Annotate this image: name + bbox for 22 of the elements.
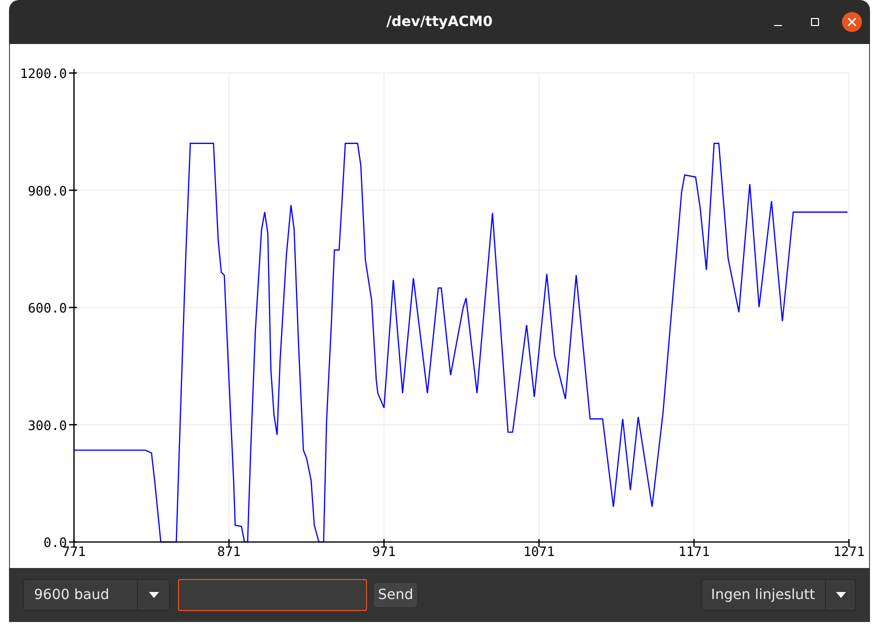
baud-dropdown[interactable]: 9600 baud bbox=[23, 579, 170, 611]
line-ending-dropdown[interactable]: Ingen linjeslutt bbox=[701, 579, 856, 611]
maximize-icon bbox=[811, 18, 819, 26]
close-button[interactable] bbox=[842, 12, 862, 32]
message-input-field[interactable] bbox=[178, 579, 367, 611]
axis-label: 971 bbox=[372, 545, 396, 560]
window-title: /dev/ttyACM0 bbox=[386, 12, 493, 32]
minimize-icon bbox=[774, 24, 782, 26]
close-icon bbox=[848, 18, 856, 26]
line-ending-value: Ingen linjeslutt bbox=[710, 586, 816, 604]
axis-label: 300.0 bbox=[28, 418, 67, 434]
caret-icon bbox=[148, 592, 158, 598]
axis-label: 871 bbox=[217, 545, 241, 560]
baud-rate-value: 9600 baud bbox=[33, 586, 110, 604]
send-button[interactable]: Send bbox=[374, 583, 418, 607]
axis-label: 1171 bbox=[678, 545, 710, 560]
axis-label: 600.0 bbox=[28, 302, 67, 316]
caret-icon bbox=[836, 592, 846, 598]
axis-label: 1200.0 bbox=[20, 67, 67, 82]
axis-label: 1071 bbox=[523, 545, 555, 560]
axis-label: 1271 bbox=[833, 545, 865, 560]
axis-label: 900.0 bbox=[28, 184, 67, 200]
